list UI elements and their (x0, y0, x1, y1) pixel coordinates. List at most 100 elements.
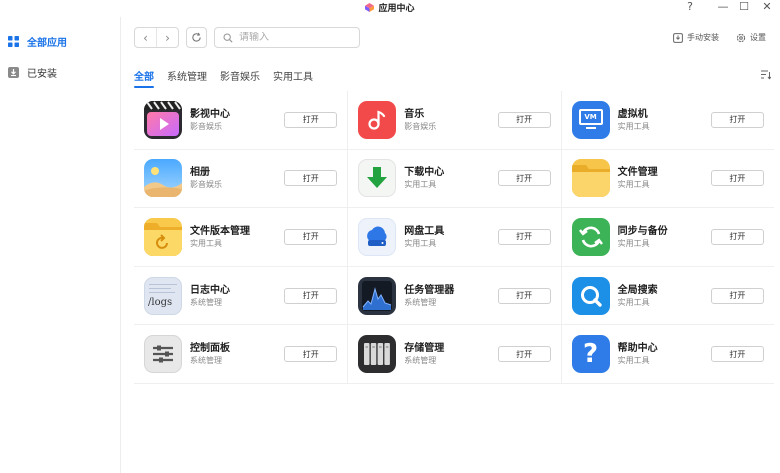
gear-icon (736, 33, 746, 42)
sidebar: 全部应用 已安装 (0, 17, 121, 473)
vm-icon-label: VM (578, 108, 603, 125)
app-category: 实用工具 (190, 238, 222, 248)
app-category: 实用工具 (617, 121, 650, 131)
sort-icon[interactable] (760, 69, 771, 80)
window-title: 应用中心 (0, 1, 780, 14)
app-row: 影视中心 影音娱乐 打开 音乐 影音娱乐 打开 VM 虚拟机 实用工具 打开 (134, 91, 774, 150)
window-title-text: 应用中心 (378, 4, 415, 14)
tab-utilities[interactable]: 实用工具 (273, 68, 313, 86)
cloud-disk-icon (358, 217, 397, 256)
open-button[interactable]: 打开 (284, 346, 338, 363)
app-card: 控制面板 系统管理 打开 (134, 325, 347, 383)
logs-icon-label: /logs (148, 296, 173, 308)
video-center-icon (144, 100, 182, 139)
app-name: 同步与备份 (617, 225, 668, 237)
open-button[interactable]: 打开 (710, 346, 764, 363)
open-button[interactable]: 打开 (284, 170, 338, 187)
app-name: 控制面板 (190, 343, 230, 355)
app-row: 控制面板 系统管理 打开 存储管理 系统管理 打开 ? 帮助中心 实用工具 打开 (134, 325, 774, 384)
install-icon (673, 32, 683, 43)
app-name: 全局搜索 (617, 284, 658, 296)
app-card: 网盘工具 实用工具 打开 (347, 208, 560, 266)
control-panel-icon (144, 335, 182, 374)
app-name: 文件版本管理 (190, 225, 250, 237)
app-row: /logs 日志中心 系统管理 打开 任务管理器 系统管理 打开 全局搜索 实用… (134, 266, 774, 326)
app-card: 文件管理 实用工具 打开 (560, 149, 774, 208)
app-row: 文件版本管理 实用工具 打开 网盘工具 实用工具 打开 同步与备份 实用工具 打… (134, 208, 774, 267)
app-card: 同步与备份 实用工具 打开 (560, 208, 774, 266)
manual-install-label: 手动安装 (687, 33, 719, 42)
category-tabs: 全部 系统管理 影音娱乐 实用工具 (134, 68, 326, 88)
app-name: 影视中心 (190, 108, 230, 120)
search-input[interactable] (239, 32, 349, 43)
app-category: 影音娱乐 (404, 121, 437, 131)
app-center-logo-icon (365, 3, 375, 12)
app-name: 文件管理 (617, 167, 658, 179)
grid-icon (8, 35, 19, 47)
app-category: 影音娱乐 (190, 121, 222, 131)
app-name: 存储管理 (404, 343, 445, 355)
app-name: 下载中心 (404, 167, 445, 179)
open-button[interactable]: 打开 (284, 228, 338, 245)
tab-all[interactable]: 全部 (134, 68, 154, 88)
open-button[interactable]: 打开 (497, 170, 551, 187)
close-icon[interactable]: ✕ (757, 0, 777, 14)
music-icon (358, 100, 397, 139)
refresh-button[interactable] (186, 27, 207, 48)
minimize-icon[interactable]: — (713, 0, 733, 14)
open-button[interactable]: 打开 (710, 228, 764, 245)
global-search-icon (571, 276, 610, 315)
open-button[interactable]: 打开 (497, 287, 551, 304)
app-card: 存储管理 系统管理 打开 (347, 325, 560, 383)
open-button[interactable]: 打开 (710, 287, 764, 304)
app-row: 相册 影音娱乐 打开 下载中心 实用工具 打开 文件管理 实用工具 打开 (134, 149, 774, 209)
open-button[interactable]: 打开 (497, 346, 551, 363)
app-card: 相册 影音娱乐 打开 (134, 150, 347, 208)
app-category: 实用工具 (404, 180, 437, 190)
forward-button[interactable]: › (156, 28, 178, 47)
app-category: 影音娱乐 (190, 180, 222, 190)
app-card: 影视中心 影音娱乐 打开 (134, 91, 347, 149)
tab-system-management[interactable]: 系统管理 (167, 68, 207, 86)
app-grid: 影视中心 影音娱乐 打开 音乐 影音娱乐 打开 VM 虚拟机 实用工具 打开 相… (134, 91, 774, 384)
back-button[interactable]: ‹ (135, 28, 156, 47)
help-center-icon-label: ? (583, 339, 599, 370)
refresh-icon (192, 32, 201, 42)
open-button[interactable]: 打开 (497, 111, 551, 128)
logs-icon: /logs (144, 276, 182, 315)
open-button[interactable]: 打开 (710, 170, 764, 187)
app-card: 全局搜索 实用工具 打开 (560, 266, 774, 325)
open-button[interactable]: 打开 (710, 111, 764, 128)
open-button[interactable]: 打开 (284, 287, 338, 304)
sync-backup-icon (571, 217, 610, 256)
sidebar-item-all-apps[interactable]: 全部应用 (0, 28, 120, 54)
download-center-icon (358, 159, 397, 198)
app-category: 实用工具 (617, 238, 650, 248)
app-card: 下载中心 实用工具 打开 (347, 149, 560, 208)
tab-media-entertainment[interactable]: 影音娱乐 (220, 68, 260, 86)
app-name: 任务管理器 (404, 284, 455, 296)
task-manager-icon (358, 276, 397, 315)
sidebar-item-label: 全部应用 (27, 37, 67, 49)
vm-icon: VM (571, 100, 610, 139)
maximize-icon[interactable]: ☐ (734, 0, 754, 14)
app-card: ? 帮助中心 实用工具 打开 (560, 325, 774, 383)
help-icon[interactable]: ? (680, 0, 700, 14)
manual-install-button[interactable]: 手动安装 (673, 32, 719, 43)
app-card: /logs 日志中心 系统管理 打开 (134, 267, 347, 325)
open-button[interactable]: 打开 (284, 111, 338, 128)
open-button[interactable]: 打开 (497, 228, 551, 245)
nav-button-group: ‹ › (134, 27, 179, 48)
app-name: 音乐 (404, 108, 425, 120)
sidebar-item-installed[interactable]: 已安装 (0, 59, 120, 85)
app-category: 实用工具 (404, 238, 437, 248)
folder-icon (571, 159, 610, 198)
photo-album-icon (144, 159, 182, 198)
app-category: 实用工具 (617, 297, 650, 307)
title-bar: 应用中心 ? — ☐ ✕ (0, 0, 780, 17)
settings-button[interactable]: 设置 (736, 32, 766, 43)
app-category: 系统管理 (190, 297, 222, 307)
app-name: 日志中心 (190, 284, 230, 296)
app-name: 帮助中心 (617, 343, 658, 355)
sidebar-item-label: 已安装 (27, 68, 57, 80)
